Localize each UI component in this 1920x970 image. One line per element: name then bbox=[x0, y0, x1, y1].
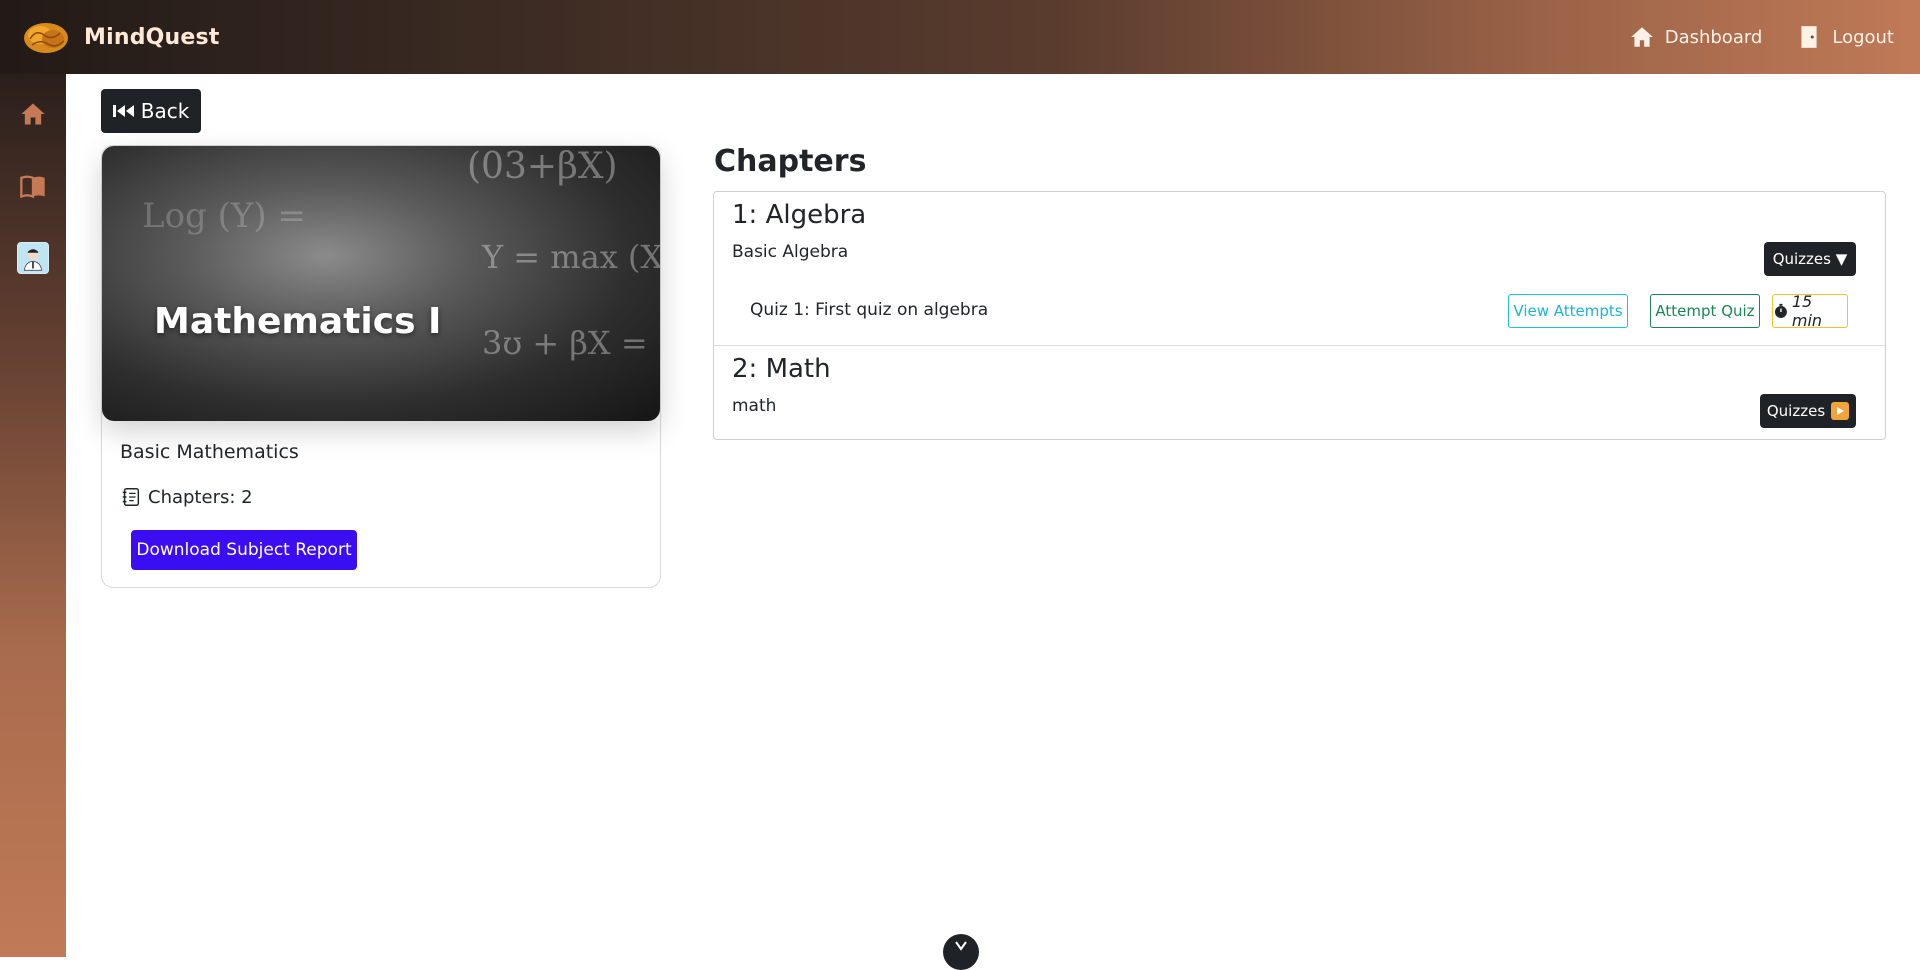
quizzes-toggle-label: Quizzes ▼ bbox=[1772, 250, 1848, 268]
logout-link[interactable]: Logout bbox=[1796, 24, 1894, 50]
subject-cover-image: (03+βX) Log (Y) = Y = max (X 3ʊ + βX = M… bbox=[102, 146, 660, 421]
quiz-row: Quiz 1: First quiz on algebra View Attem… bbox=[750, 292, 1855, 330]
notebook-icon bbox=[122, 488, 140, 506]
quiz-name: Quiz 1: First quiz on algebra bbox=[750, 300, 989, 320]
chevron-down-icon bbox=[955, 941, 967, 951]
chapters-list: 1: Algebra Basic Algebra Quizzes ▼ Quiz … bbox=[713, 191, 1886, 440]
chapter-count-label: Chapters: 2 bbox=[148, 486, 253, 508]
stopwatch-icon bbox=[1774, 303, 1787, 318]
home-icon bbox=[1630, 27, 1653, 47]
view-attempts-button[interactable]: View Attempts bbox=[1508, 294, 1628, 328]
subject-description: Basic Mathematics bbox=[120, 441, 299, 463]
rewind-icon bbox=[112, 105, 134, 117]
door-icon bbox=[1801, 26, 1817, 48]
sidebar bbox=[0, 74, 66, 957]
chapter-item: 1: Algebra Basic Algebra Quizzes ▼ Quiz … bbox=[714, 192, 1885, 346]
quiz-duration: 15 min bbox=[1791, 292, 1823, 330]
play-icon bbox=[1831, 402, 1850, 420]
book-icon bbox=[20, 175, 45, 199]
top-navbar: MindQuest Dashboard Logout bbox=[0, 0, 1920, 74]
quizzes-toggle-button[interactable]: Quizzes bbox=[1760, 394, 1856, 428]
back-button[interactable]: Back bbox=[101, 89, 201, 133]
app-name: MindQuest bbox=[84, 24, 220, 50]
sidebar-item-home[interactable] bbox=[17, 98, 49, 130]
download-subject-report-button[interactable]: Download Subject Report bbox=[131, 530, 357, 570]
chapter-description: math bbox=[732, 396, 777, 416]
quiz-duration-badge: 15 min bbox=[1772, 292, 1848, 330]
chapter-title: 1: Algebra bbox=[732, 200, 867, 230]
quizzes-toggle-label: Quizzes bbox=[1766, 402, 1826, 420]
dashboard-label: Dashboard bbox=[1664, 26, 1763, 48]
back-label: Back bbox=[140, 99, 190, 123]
sidebar-item-subjects[interactable] bbox=[17, 170, 49, 202]
logout-label: Logout bbox=[1832, 26, 1894, 48]
attempt-quiz-button[interactable]: Attempt Quiz bbox=[1650, 294, 1760, 328]
chapters-heading: Chapters bbox=[714, 144, 867, 179]
user-avatar-icon bbox=[23, 249, 43, 271]
brain-logo-icon bbox=[24, 23, 68, 53]
chapter-title: 2: Math bbox=[732, 354, 831, 384]
sidebar-item-profile[interactable] bbox=[17, 242, 49, 274]
quizzes-toggle-button[interactable]: Quizzes ▼ bbox=[1764, 242, 1856, 276]
scroll-down-button[interactable] bbox=[943, 934, 979, 970]
subject-image-title: Mathematics I bbox=[154, 301, 442, 342]
subject-card: (03+βX) Log (Y) = Y = max (X 3ʊ + βX = M… bbox=[101, 145, 661, 588]
chapter-count: Chapters: 2 bbox=[120, 486, 253, 508]
dashboard-link[interactable]: Dashboard bbox=[1629, 24, 1763, 50]
brand[interactable]: MindQuest bbox=[22, 19, 220, 55]
chapter-description: Basic Algebra bbox=[732, 242, 849, 262]
avatar bbox=[17, 242, 49, 274]
chapter-item: 2: Math math Quizzes bbox=[714, 346, 1885, 439]
top-nav-links: Dashboard Logout bbox=[1629, 24, 1894, 50]
home-icon bbox=[21, 103, 45, 125]
